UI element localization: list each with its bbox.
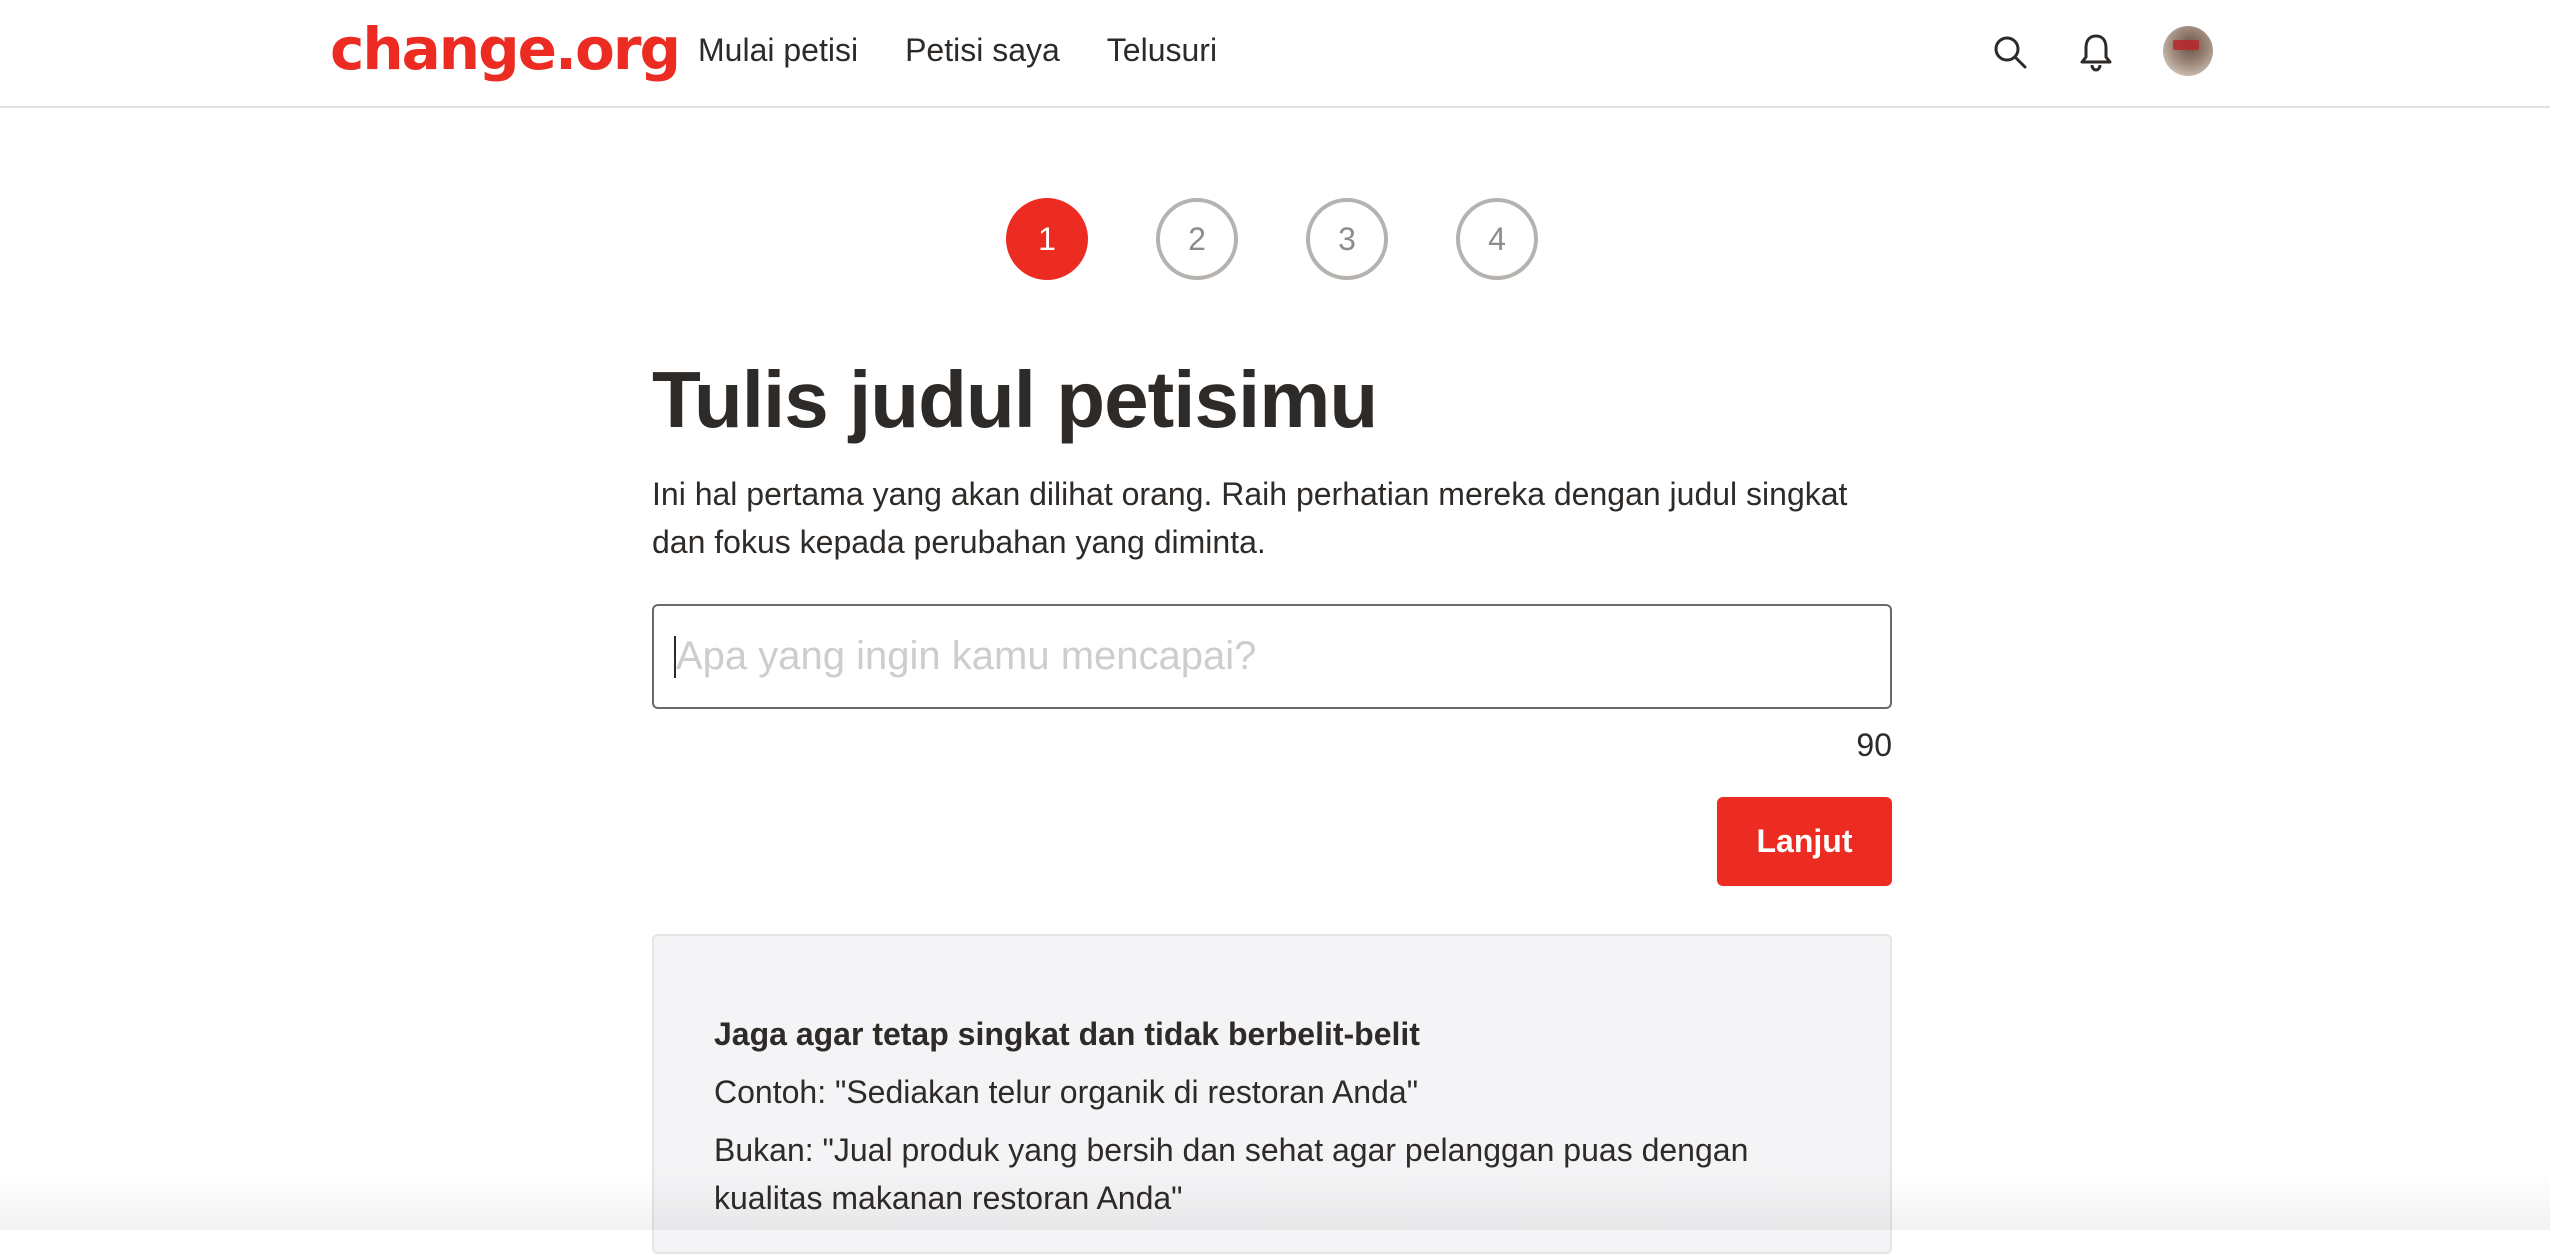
step-1: 1 xyxy=(1006,198,1088,280)
nav-browse[interactable]: Telusuri xyxy=(1107,28,1217,72)
tips-box: Jaga agar tetap singkat dan tidak berbel… xyxy=(652,934,1892,1254)
avatar[interactable] xyxy=(2163,26,2213,76)
top-header: change.org Mulai petisi Petisi saya Telu… xyxy=(0,0,2550,108)
next-button[interactable]: Lanjut xyxy=(1717,797,1892,886)
change-org-logo[interactable]: change.org xyxy=(330,14,681,84)
step-3: 3 xyxy=(1306,198,1388,280)
page-title: Tulis judul petisimu xyxy=(652,355,1378,444)
text-caret xyxy=(674,636,676,678)
tip-counter-example: Bukan: "Jual produk yang bersih dan seha… xyxy=(714,1132,1749,1216)
bell-icon[interactable] xyxy=(2074,30,2118,74)
search-icon[interactable] xyxy=(1988,30,2032,74)
step-4: 4 xyxy=(1456,198,1538,280)
petition-title-input[interactable] xyxy=(652,604,1892,709)
tip-example: Contoh: "Sediakan telur organik di resto… xyxy=(714,1074,1419,1110)
character-counter: 90 xyxy=(1856,727,1892,763)
progress-stepper: 1 2 3 4 xyxy=(1006,198,1538,280)
page-subtitle: Ini hal pertama yang akan dilihat orang.… xyxy=(652,476,1848,560)
tip-heading: Jaga agar tetap singkat dan tidak berbel… xyxy=(714,1016,1420,1052)
nav-start-petition[interactable]: Mulai petisi xyxy=(698,28,858,72)
main-nav: Mulai petisi Petisi saya Telusuri xyxy=(698,28,1264,72)
nav-my-petitions[interactable]: Petisi saya xyxy=(905,28,1060,72)
step-2: 2 xyxy=(1156,198,1238,280)
